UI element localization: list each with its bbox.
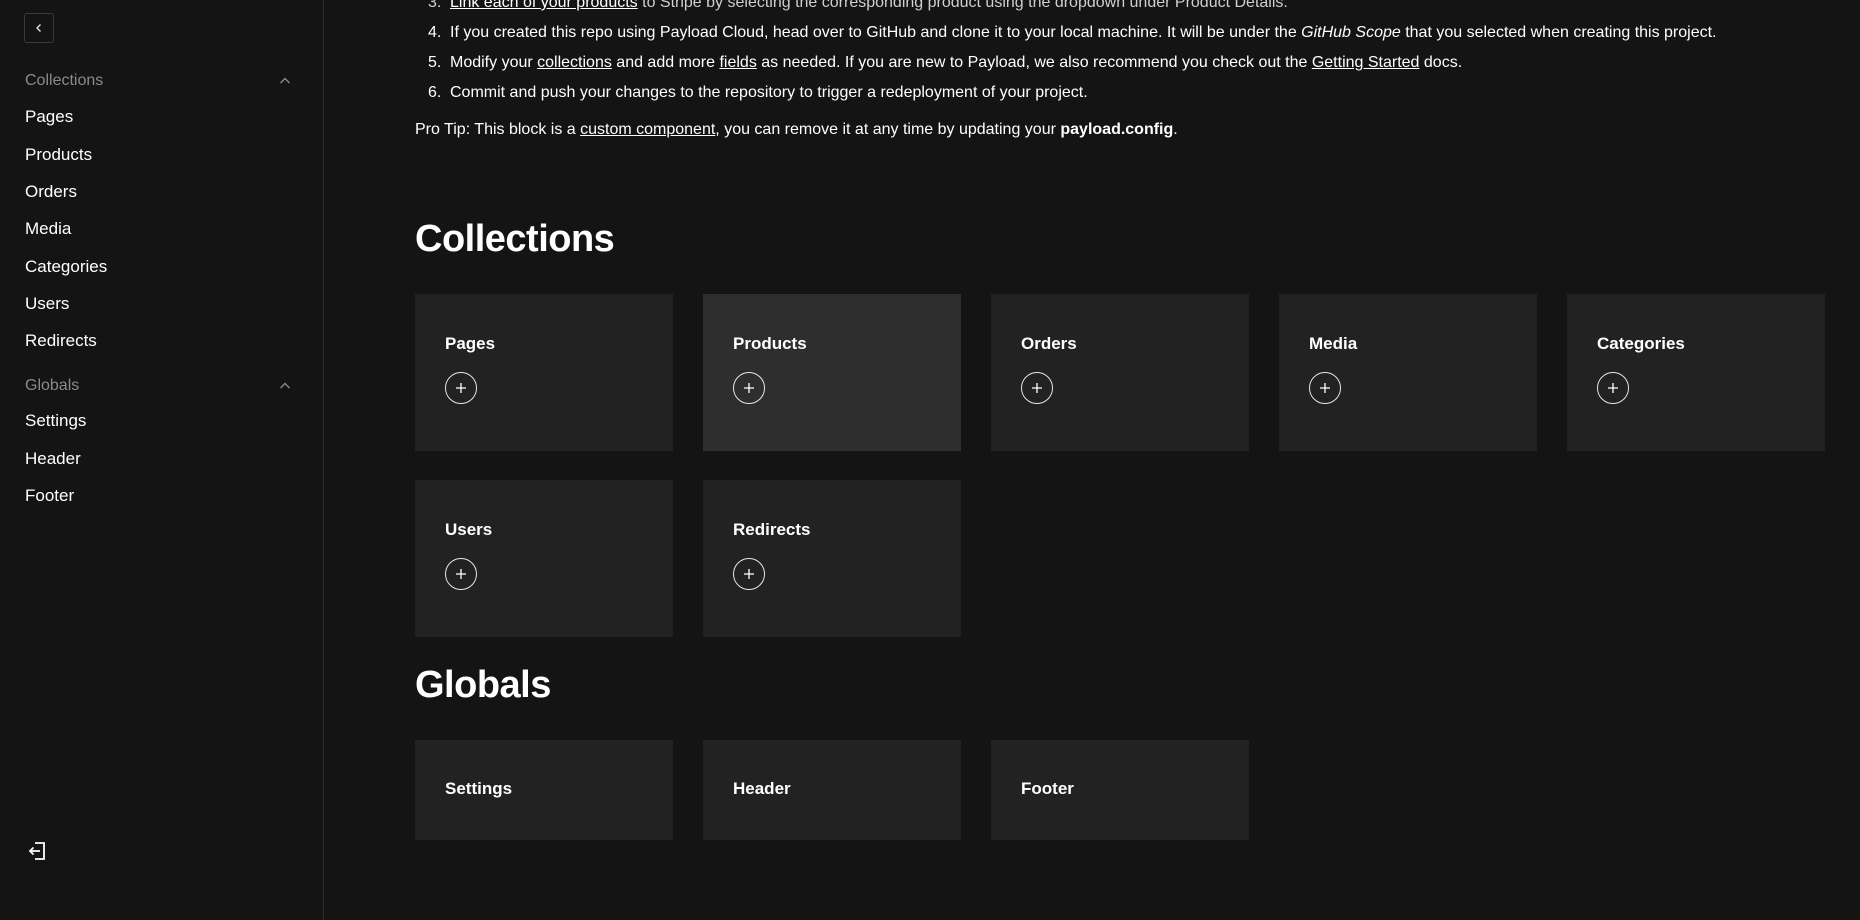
collections-heading: Collections (415, 218, 615, 260)
nav-group-globals[interactable]: Globals (25, 377, 293, 395)
nav-item-categories[interactable]: Categories (25, 257, 107, 277)
collapse-sidebar-button[interactable] (24, 13, 54, 43)
global-card-settings[interactable]: Settings (415, 740, 673, 840)
nav-item-users[interactable]: Users (25, 294, 69, 314)
link-products[interactable]: Link each of your products (450, 0, 638, 11)
add-media-button[interactable] (1309, 372, 1341, 404)
add-categories-button[interactable] (1597, 372, 1629, 404)
add-products-button[interactable] (733, 372, 765, 404)
nav-item-pages[interactable]: Pages (25, 107, 73, 127)
add-redirects-button[interactable] (733, 558, 765, 590)
globals-heading: Globals (415, 664, 551, 706)
card-title: Products (733, 334, 807, 353)
link-collections[interactable]: collections (537, 54, 612, 71)
card-title: Redirects (733, 520, 811, 539)
card-title: Settings (445, 779, 513, 798)
collection-card-products[interactable]: Products (703, 294, 961, 451)
chevron-up-icon (280, 77, 290, 84)
nav-item-products[interactable]: Products (25, 145, 92, 165)
nav-group-collections[interactable]: Collections (25, 72, 293, 90)
plus-icon (456, 569, 466, 579)
collection-card-users[interactable]: Users (415, 480, 673, 637)
plus-icon (744, 383, 754, 393)
pro-tip: Pro Tip: This block is a custom componen… (415, 121, 1178, 138)
plus-icon (1608, 383, 1618, 393)
link-fields[interactable]: fields (719, 54, 756, 71)
plus-icon (1320, 383, 1330, 393)
card-title: Categories (1597, 334, 1685, 353)
card-title: Pages (445, 334, 496, 353)
plus-icon (1032, 383, 1042, 393)
nav-item-redirects[interactable]: Redirects (25, 331, 97, 351)
nav-item-footer[interactable]: Footer (25, 486, 74, 506)
collection-card-pages[interactable]: Pages (415, 294, 673, 451)
nav-group-label: Collections (25, 72, 104, 89)
add-users-button[interactable] (445, 558, 477, 590)
card-title: Header (733, 779, 791, 798)
chevron-up-icon (280, 382, 290, 389)
card-title: Media (1309, 334, 1358, 353)
add-pages-button[interactable] (445, 372, 477, 404)
card-title: Users (445, 520, 493, 539)
nav-item-header[interactable]: Header (25, 449, 81, 469)
link-custom-component[interactable]: custom component (580, 121, 715, 138)
global-card-header[interactable]: Header (703, 740, 961, 840)
nav-item-orders[interactable]: Orders (25, 182, 77, 202)
global-card-footer[interactable]: Footer (991, 740, 1249, 840)
card-title: Footer (1021, 779, 1074, 798)
instructions-list: 3. Link each of your products to Stripe b… (428, 0, 1717, 108)
card-title: Orders (1021, 334, 1077, 353)
collection-card-redirects[interactable]: Redirects (703, 480, 961, 637)
collection-card-orders[interactable]: Orders (991, 294, 1249, 451)
main-content: 3. Link each of your products to Stripe b… (325, 0, 1860, 920)
plus-icon (456, 383, 466, 393)
chevron-left-icon (36, 24, 41, 32)
plus-icon (744, 569, 754, 579)
step-3: 3. Link each of your products to Stripe b… (428, 0, 1717, 18)
collection-card-media[interactable]: Media (1279, 294, 1537, 451)
add-orders-button[interactable] (1021, 372, 1053, 404)
logout-button[interactable] (26, 839, 50, 863)
step-6: 6. Commit and push your changes to the re… (428, 84, 1088, 101)
collection-card-categories[interactable]: Categories (1567, 294, 1825, 451)
link-getting-started[interactable]: Getting Started (1312, 54, 1420, 71)
step-4: 4. If you created this repo using Payload… (428, 24, 1717, 41)
logout-icon (28, 842, 45, 860)
step-5: 5. Modify your collections and add more f… (428, 54, 1463, 71)
sidebar: Collections Pages Products Orders Media … (0, 0, 324, 920)
nav-item-settings[interactable]: Settings (25, 411, 86, 431)
nav-group-label: Globals (25, 377, 80, 394)
nav-item-media[interactable]: Media (25, 219, 71, 239)
